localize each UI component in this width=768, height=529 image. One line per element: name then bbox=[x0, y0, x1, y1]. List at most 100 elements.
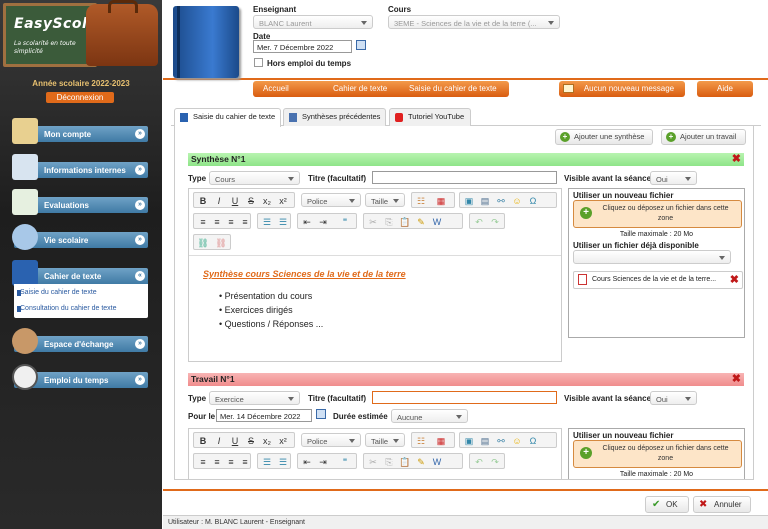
travail-editor[interactable]: B I U S x₂ x² Police Taille ☷ ▦ ▣ ▤ ⚯ ☺ … bbox=[188, 428, 562, 479]
calendar-icon[interactable] bbox=[316, 409, 326, 419]
media-icon[interactable]: ▤ bbox=[478, 435, 492, 447]
ordered-list-icon[interactable]: ☰ bbox=[260, 456, 274, 468]
paste-icon[interactable]: 📋 bbox=[398, 456, 412, 468]
superscript-icon[interactable]: x² bbox=[276, 195, 290, 207]
delete-travail-icon[interactable]: ✖ bbox=[732, 374, 741, 385]
submenu-saisie[interactable]: Saisie du cahier de texte bbox=[17, 289, 97, 296]
smiley-icon[interactable]: ☺ bbox=[510, 435, 524, 447]
nav-mon-compte[interactable]: Mon compte » bbox=[12, 118, 148, 144]
date-input[interactable]: Mer. 7 Décembre 2022 bbox=[253, 40, 352, 53]
logout-button[interactable]: Déconnexion bbox=[46, 92, 114, 103]
omega-icon[interactable]: Ω bbox=[526, 435, 540, 447]
link-icon[interactable]: ⚯ bbox=[494, 435, 508, 447]
image-icon[interactable]: ▣ bbox=[462, 435, 476, 447]
attached-file[interactable]: Cours Sciences de la vie et de la terre.… bbox=[573, 271, 743, 289]
nav-informations-internes[interactable]: Informations internes » bbox=[12, 154, 148, 180]
travail-dropzone[interactable]: + Cliquez ou déposez un fichier dans cett… bbox=[573, 440, 742, 468]
quote-icon[interactable]: " bbox=[338, 216, 352, 228]
hors-emploi-checkbox[interactable] bbox=[254, 58, 263, 67]
paste-text-icon[interactable]: ✎ bbox=[414, 216, 428, 228]
align-right-icon[interactable]: ≡ bbox=[224, 456, 238, 468]
table-icon[interactable]: ▦ bbox=[434, 195, 448, 207]
size-select[interactable]: Taille bbox=[365, 193, 405, 207]
undo-icon[interactable]: ↶ bbox=[472, 456, 486, 468]
nav-vie-scolaire[interactable]: Vie scolaire » bbox=[12, 224, 148, 250]
table-icon[interactable]: ▦ bbox=[434, 435, 448, 447]
nav-evaluations[interactable]: Evaluations » bbox=[12, 189, 148, 215]
outdent-icon[interactable]: ⇤ bbox=[300, 216, 314, 228]
enseignant-select[interactable]: BLANC Laurent bbox=[253, 15, 373, 29]
paste-word-icon[interactable]: W bbox=[430, 456, 444, 468]
existing-file-select[interactable] bbox=[573, 250, 731, 264]
indent-icon[interactable]: ⇥ bbox=[316, 216, 330, 228]
omega-icon[interactable]: Ω bbox=[526, 195, 540, 207]
subscript-icon[interactable]: x₂ bbox=[260, 435, 274, 447]
nav-cahier-de-texte[interactable]: Cahier de texte « bbox=[12, 260, 148, 286]
cut-icon[interactable]: ✂ bbox=[366, 456, 380, 468]
synthese-editor[interactable]: B I U S x₂ x² Police Taille ☷ ▦ ▣ ▤ ⚯ ☺ … bbox=[188, 188, 562, 362]
add-travail-button[interactable]: + Ajouter un travail bbox=[661, 129, 746, 145]
delete-synthese-icon[interactable]: ✖ bbox=[732, 154, 741, 165]
font-select[interactable]: Police bbox=[301, 433, 361, 447]
size-select[interactable]: Taille bbox=[365, 433, 405, 447]
messages-button[interactable]: Aucun nouveau message bbox=[559, 81, 685, 97]
bold-icon[interactable]: B bbox=[196, 435, 210, 447]
media-icon[interactable]: ▤ bbox=[478, 195, 492, 207]
paste-word-icon[interactable]: W bbox=[430, 216, 444, 228]
underline-icon[interactable]: U bbox=[228, 435, 242, 447]
font-select[interactable]: Police bbox=[301, 193, 361, 207]
synthese-type-select[interactable]: Cours bbox=[209, 171, 300, 185]
bullet-list-icon[interactable]: ☰ bbox=[276, 216, 290, 228]
tab-saisie[interactable]: Saisie du cahier de texte bbox=[174, 108, 281, 127]
list-style-icon[interactable]: ☷ bbox=[414, 195, 428, 207]
cours-select[interactable]: 3EME - Sciences de la vie et de la terre… bbox=[388, 15, 560, 29]
travail-type-select[interactable]: Exercice bbox=[209, 391, 300, 405]
align-left-icon[interactable]: ≡ bbox=[196, 456, 210, 468]
add-synthese-button[interactable]: + Ajouter une synthèse bbox=[555, 129, 653, 145]
ordered-list-icon[interactable]: ☰ bbox=[260, 216, 274, 228]
italic-icon[interactable]: I bbox=[212, 195, 226, 207]
align-center-icon[interactable]: ≡ bbox=[210, 216, 224, 228]
indent-icon[interactable]: ⇥ bbox=[316, 456, 330, 468]
image-icon[interactable]: ▣ bbox=[462, 195, 476, 207]
synthese-dropzone[interactable]: + Cliquez ou déposez un fichier dans cett… bbox=[573, 200, 742, 228]
smiley-icon[interactable]: ☺ bbox=[510, 195, 524, 207]
undo-icon[interactable]: ↶ bbox=[472, 216, 486, 228]
aide-button[interactable]: Aide bbox=[697, 81, 753, 97]
cancel-button[interactable]: ✖ Annuler bbox=[693, 496, 751, 513]
redo-icon[interactable]: ↷ bbox=[488, 216, 502, 228]
bullet-list-icon[interactable]: ☰ bbox=[276, 456, 290, 468]
synthese-visible-select[interactable]: Oui bbox=[650, 171, 697, 185]
nav-emploi-du-temps[interactable]: Emploi du temps » bbox=[12, 364, 148, 390]
justify-icon[interactable]: ≡ bbox=[238, 216, 252, 228]
underline-icon[interactable]: U bbox=[228, 195, 242, 207]
subscript-icon[interactable]: x₂ bbox=[260, 195, 274, 207]
paste-text-icon[interactable]: ✎ bbox=[414, 456, 428, 468]
justify-icon[interactable]: ≡ bbox=[238, 456, 252, 468]
ok-button[interactable]: ✔ OK bbox=[645, 496, 689, 513]
strikethrough-icon[interactable]: S bbox=[244, 435, 258, 447]
align-center-icon[interactable]: ≡ bbox=[210, 456, 224, 468]
breadcrumb-cahier[interactable]: Cahier de texte bbox=[319, 81, 399, 97]
bold-icon[interactable]: B bbox=[196, 195, 210, 207]
copy-icon[interactable]: ⎘ bbox=[382, 216, 396, 228]
pour-le-input[interactable]: Mer. 14 Décembre 2022 bbox=[216, 409, 312, 422]
strikethrough-icon[interactable]: S bbox=[244, 195, 258, 207]
calendar-icon[interactable] bbox=[356, 40, 366, 50]
duree-select[interactable]: Aucune bbox=[391, 409, 468, 423]
paste-icon[interactable]: 📋 bbox=[398, 216, 412, 228]
nav-espace-echange[interactable]: Espace d'échange » bbox=[12, 328, 148, 354]
tab-syntheses[interactable]: Synthèses précédentes bbox=[283, 108, 386, 126]
superscript-icon[interactable]: x² bbox=[276, 435, 290, 447]
cut-icon[interactable]: ✂ bbox=[366, 216, 380, 228]
synthese-titre-input[interactable] bbox=[372, 171, 557, 184]
unlink-icon[interactable]: ⛓ bbox=[214, 237, 228, 249]
breadcrumb-saisie[interactable]: Saisie du cahier de texte bbox=[395, 81, 509, 97]
align-left-icon[interactable]: ≡ bbox=[196, 216, 210, 228]
travail-visible-select[interactable]: Oui bbox=[650, 391, 697, 405]
link-icon[interactable]: ⚯ bbox=[494, 195, 508, 207]
remove-file-icon[interactable]: ✖ bbox=[730, 275, 739, 286]
list-style-icon[interactable]: ☷ bbox=[414, 435, 428, 447]
align-right-icon[interactable]: ≡ bbox=[224, 216, 238, 228]
outdent-icon[interactable]: ⇤ bbox=[300, 456, 314, 468]
